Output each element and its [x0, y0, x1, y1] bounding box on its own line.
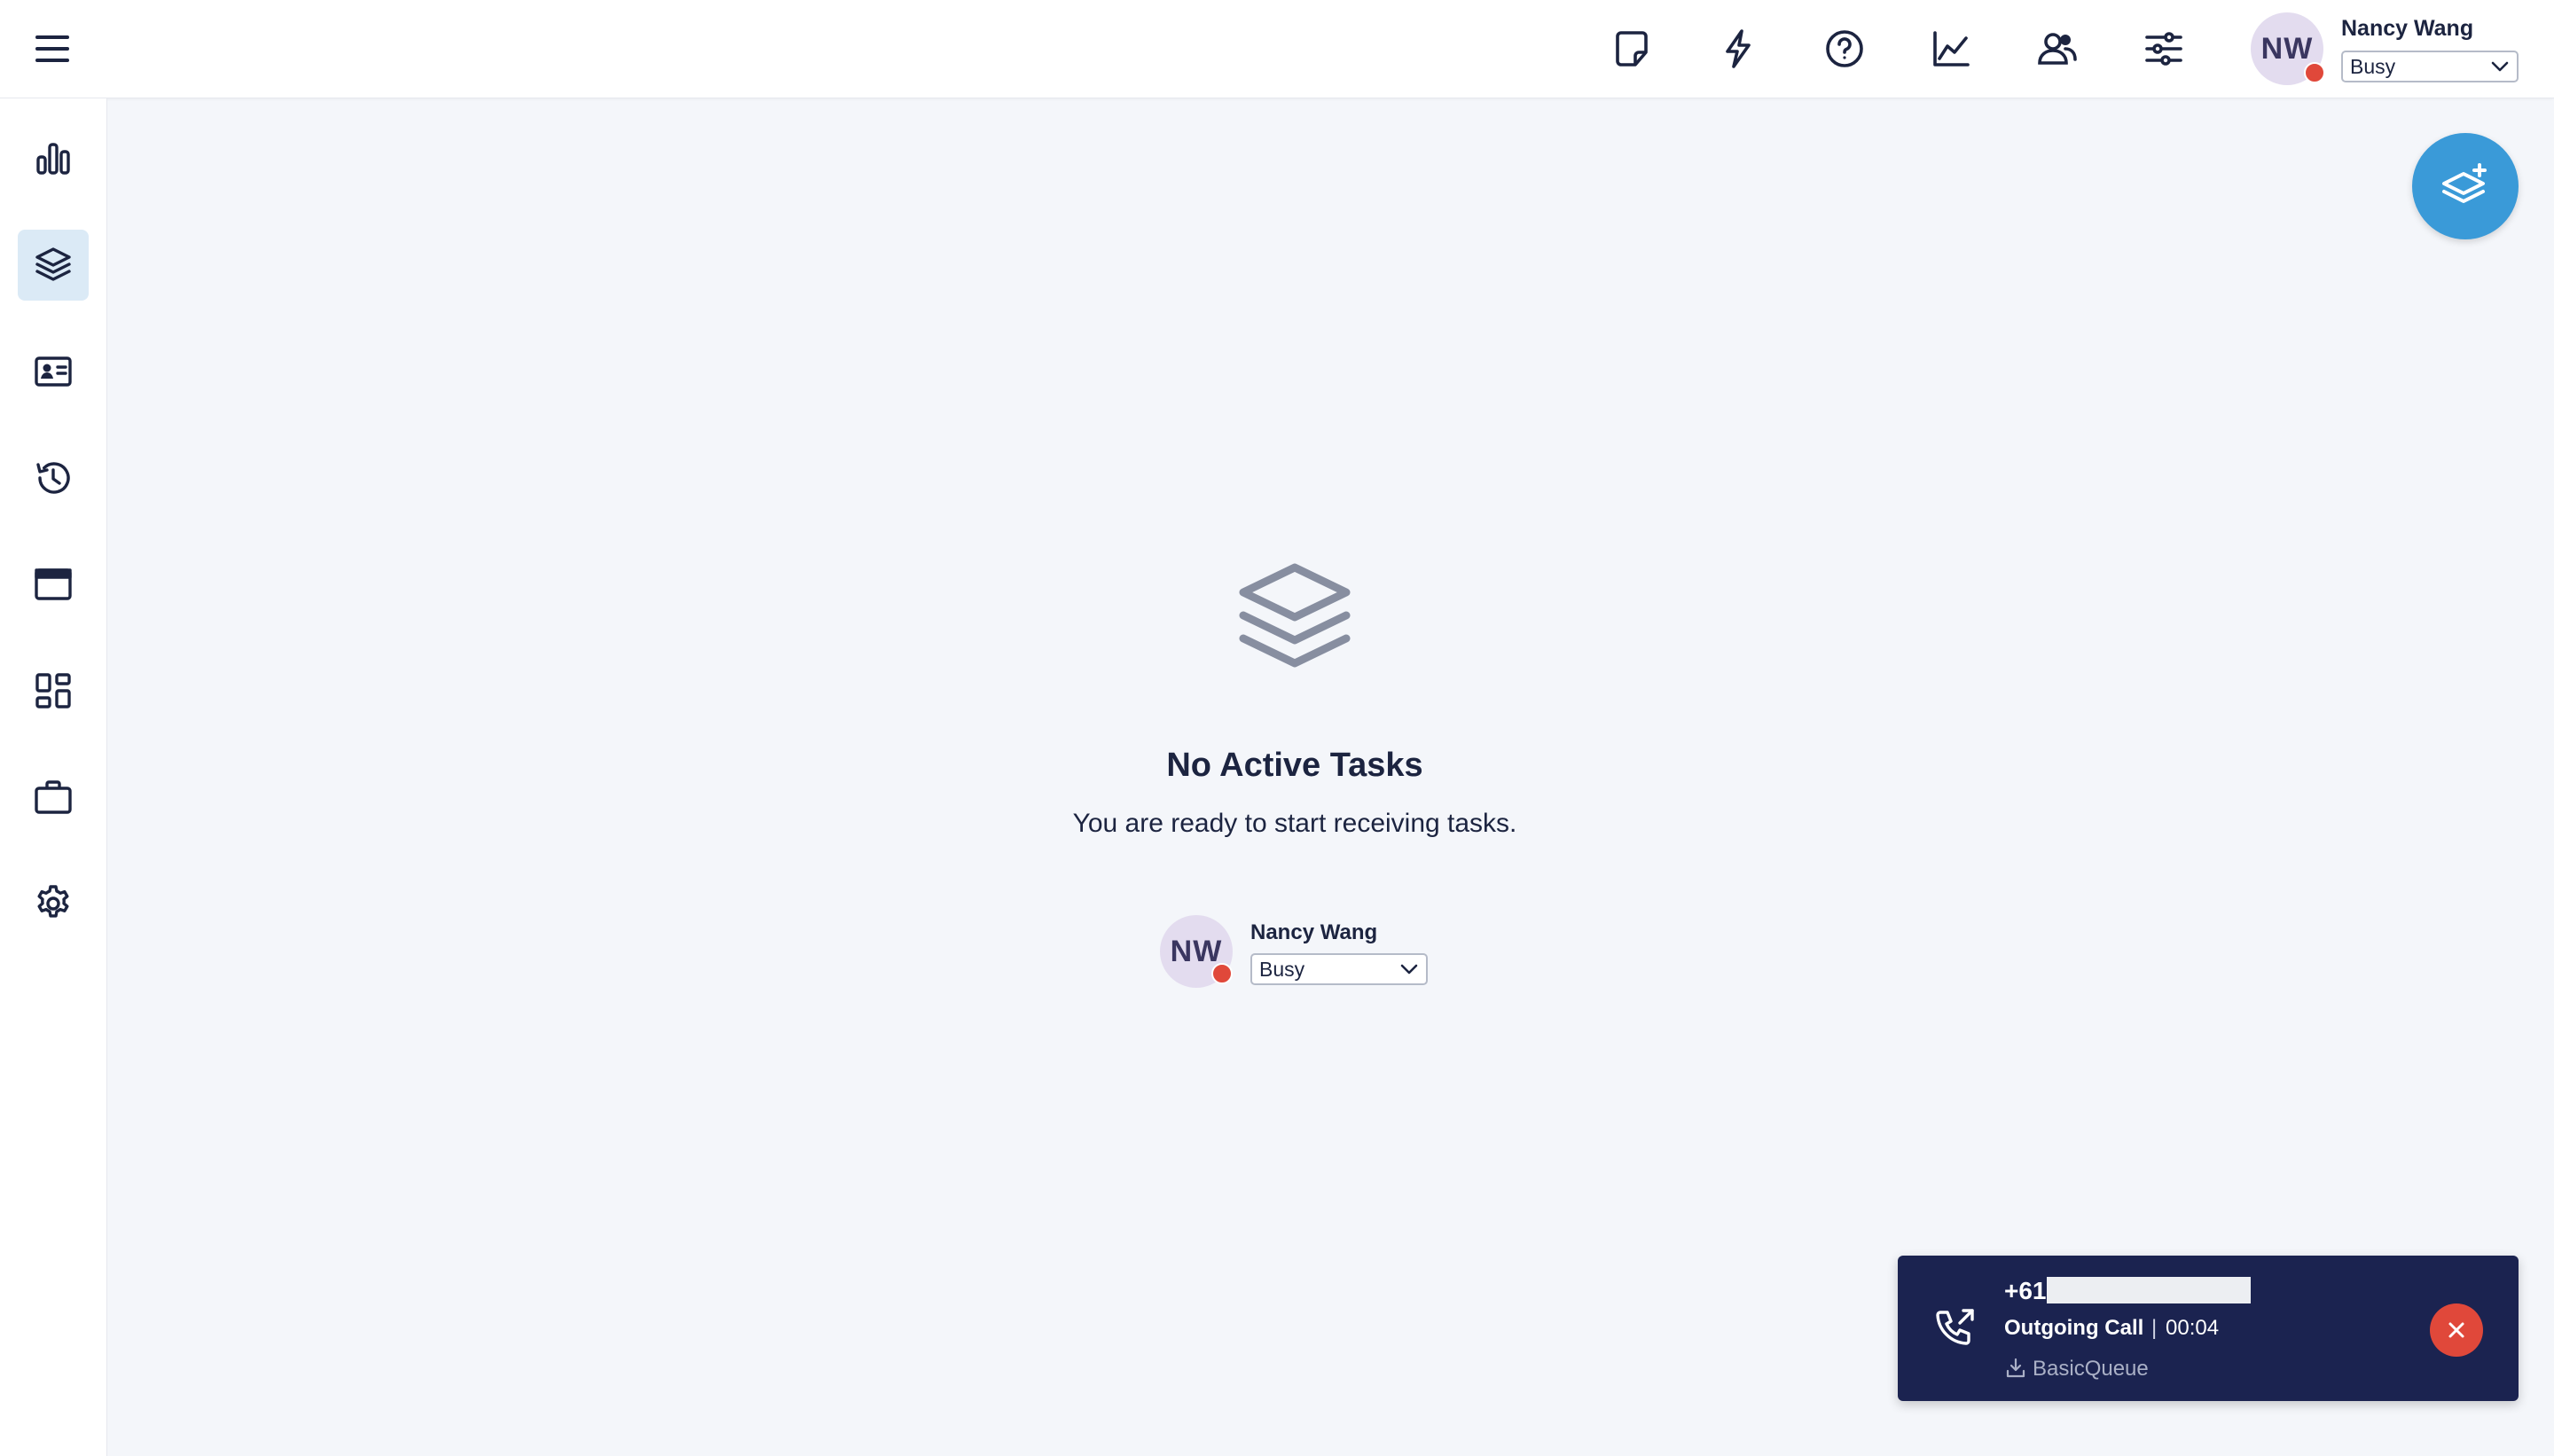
sidebar-item-settings[interactable] — [18, 868, 89, 939]
avatar-initials: NW — [1170, 934, 1223, 968]
sidebar-item-contacts[interactable] — [18, 336, 89, 407]
bar-chart-icon — [34, 139, 73, 178]
dashboard-icon — [33, 670, 74, 711]
avatar[interactable]: NW — [1160, 915, 1233, 988]
redacted-number — [2047, 1277, 2251, 1303]
active-call-card[interactable]: +61 Outgoing Call | 00:04 BasicQueue — [1898, 1256, 2519, 1401]
add-task-button[interactable] — [2412, 133, 2519, 239]
browser-window-icon — [33, 564, 74, 605]
status-select[interactable]: Busy — [1250, 953, 1428, 985]
avatar[interactable]: NW — [2251, 12, 2325, 85]
call-timer: 00:04 — [2166, 1316, 2220, 1340]
sidebar-item-cases[interactable] — [18, 762, 89, 833]
close-icon — [2445, 1319, 2468, 1342]
bolt-icon[interactable] — [1716, 27, 1760, 71]
phone-outgoing-icon — [1931, 1305, 1978, 1351]
status-select-value: Busy — [2350, 54, 2396, 78]
hamburger-menu-icon[interactable] — [32, 28, 73, 69]
layers-icon — [33, 245, 74, 286]
call-number: +61 — [2004, 1277, 2047, 1304]
hangup-button[interactable] — [2430, 1303, 2483, 1357]
history-icon — [33, 458, 74, 498]
top-bar: NW Nancy Wang Busy — [0, 0, 2554, 98]
settings-icon — [33, 883, 74, 924]
sidebar — [0, 98, 107, 1456]
status-select-value: Busy — [1259, 957, 1305, 981]
call-queue: BasicQueue — [2033, 1357, 2149, 1381]
user-name: Nancy Wang — [1250, 920, 1378, 944]
briefcase-icon — [33, 777, 74, 818]
sidebar-item-browser[interactable] — [18, 549, 89, 620]
note-icon[interactable] — [1610, 27, 1654, 71]
sliders-icon[interactable] — [2142, 27, 2186, 71]
chart-line-icon[interactable] — [1929, 27, 1973, 71]
chevron-down-icon — [2490, 60, 2510, 73]
chevron-down-icon — [1399, 963, 1419, 975]
users-icon[interactable] — [2035, 27, 2080, 71]
empty-state-title: No Active Tasks — [1166, 747, 1423, 784]
status-dot — [2304, 62, 2325, 83]
call-type: Outgoing Call — [2004, 1316, 2144, 1340]
empty-layers-icon — [1234, 560, 1355, 676]
layers-plus-icon — [2437, 158, 2494, 215]
avatar-initials: NW — [2260, 31, 2314, 66]
help-icon[interactable] — [1822, 27, 1867, 71]
empty-state-subtitle: You are ready to start receiving tasks. — [1072, 809, 1517, 838]
sidebar-item-tasks[interactable] — [18, 230, 89, 301]
user-name: Nancy Wang — [2341, 16, 2474, 41]
sidebar-item-analytics[interactable] — [18, 123, 89, 194]
sidebar-item-history[interactable] — [18, 442, 89, 513]
download-icon — [2004, 1357, 2027, 1380]
status-select[interactable]: Busy — [2341, 51, 2519, 82]
contact-card-icon — [33, 351, 74, 392]
status-dot — [1211, 963, 1233, 984]
sidebar-item-dashboards[interactable] — [18, 655, 89, 726]
call-separator: | — [2151, 1316, 2158, 1340]
